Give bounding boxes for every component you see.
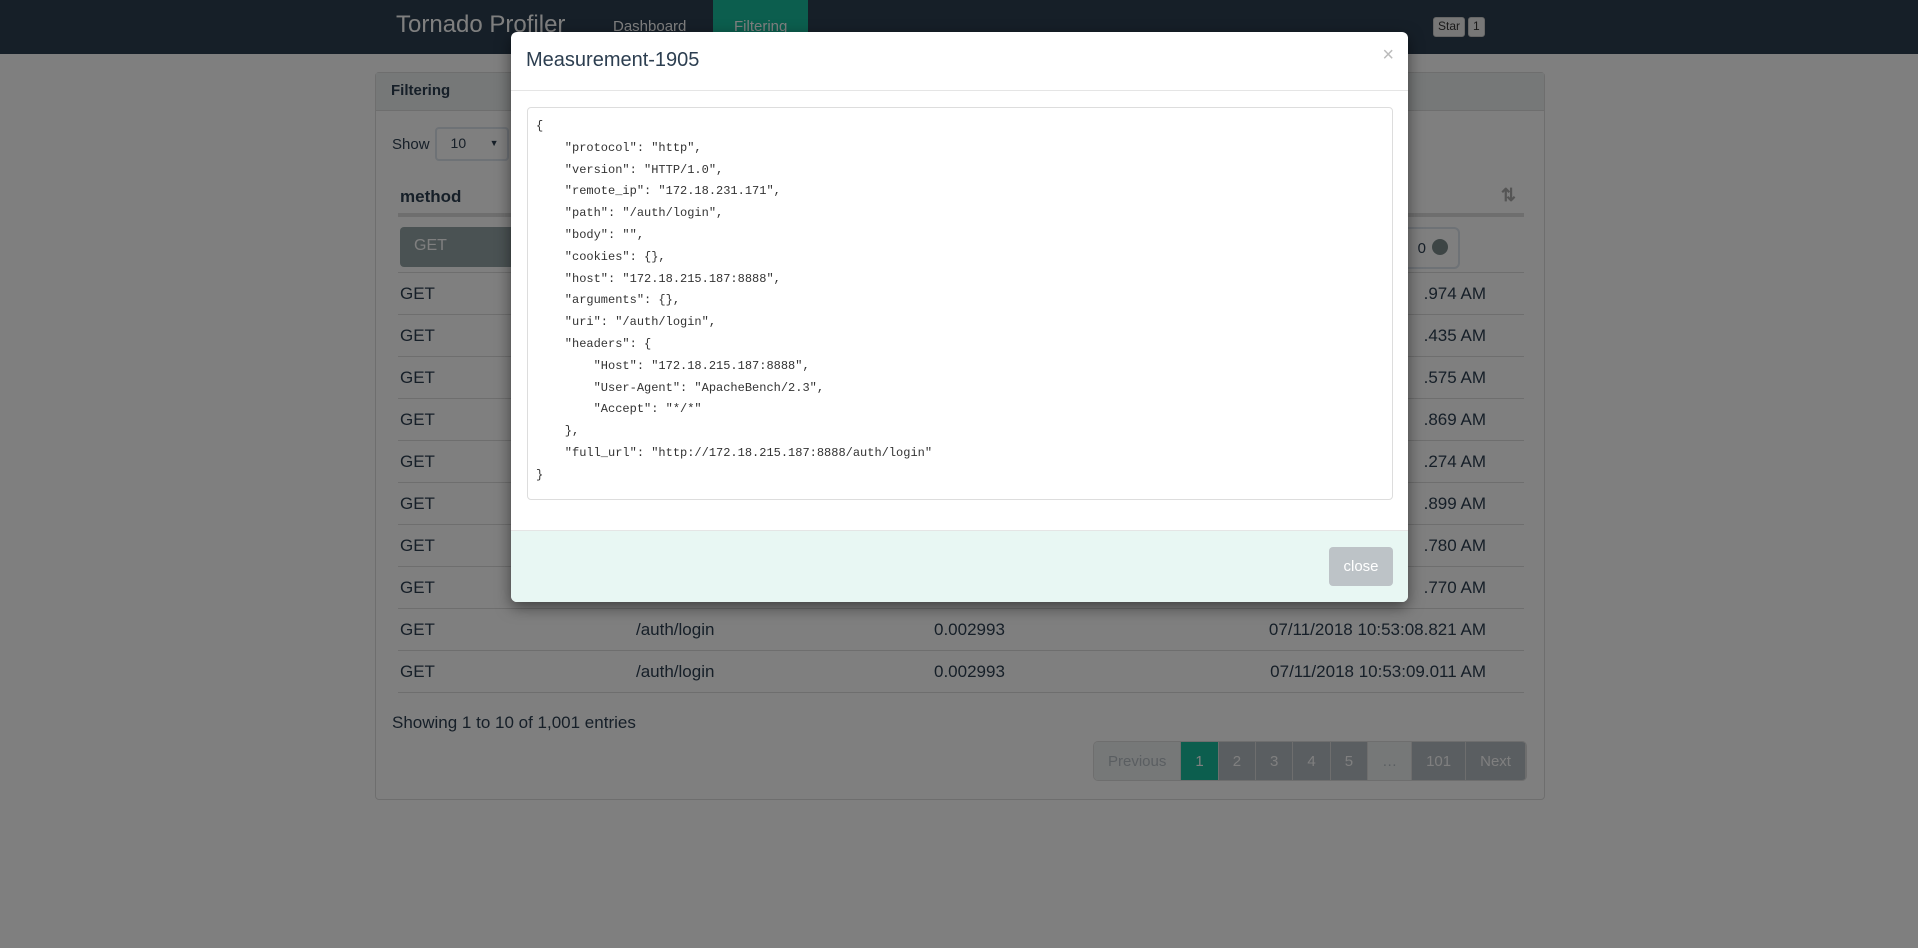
measurement-modal: Measurement-1905 × { "protocol": "http",… <box>511 32 1408 602</box>
modal-header: Measurement-1905 × <box>511 32 1408 91</box>
modal-footer: close <box>511 530 1408 602</box>
close-button[interactable]: close <box>1329 547 1393 586</box>
modal-title: Measurement-1905 <box>526 49 700 71</box>
close-icon[interactable]: × <box>1382 44 1394 67</box>
measurement-json: { "protocol": "http", "version": "HTTP/1… <box>527 107 1393 500</box>
